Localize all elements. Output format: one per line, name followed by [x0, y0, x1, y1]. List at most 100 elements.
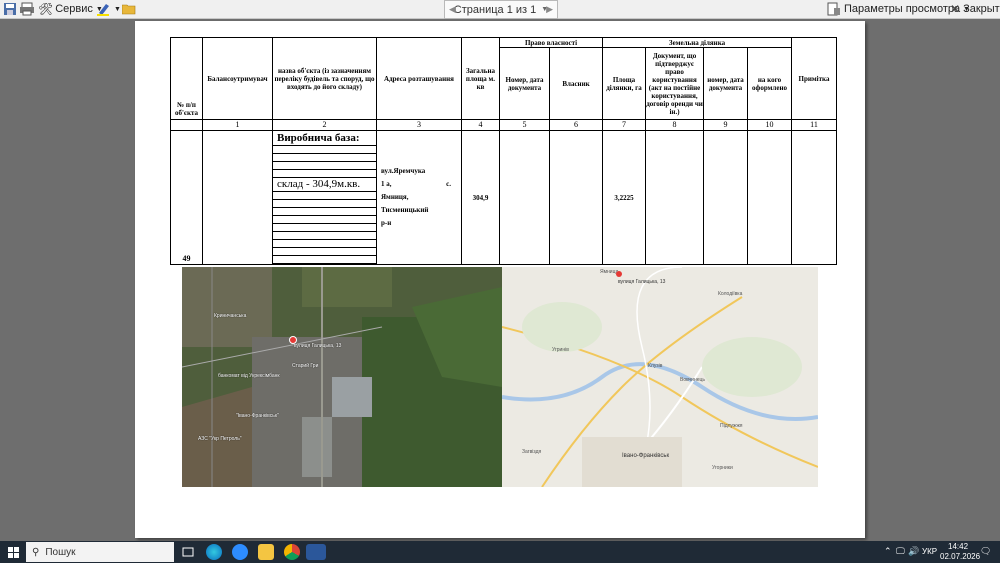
row-total-area: 304,9 [461, 130, 500, 265]
map-label: вулиця Галицька, 13 [618, 279, 666, 285]
search-placeholder: Пошук [45, 546, 76, 558]
header-land-registered-to: на кого оформлено [747, 47, 793, 120]
highlighter-icon [97, 4, 109, 16]
service-menu[interactable]: 🛠 Сервис ▼ [38, 0, 103, 18]
location-pin-icon [616, 271, 622, 277]
sat-label: банкомат від Укрексімбанк [218, 373, 280, 379]
row-address: вул.Яремчука 1 а, с. Ямниця, Тисменицьки… [376, 130, 462, 265]
property-table: № п/п об'єкта Балансоутримувач назва об'… [170, 37, 838, 265]
view-params-label: Параметры просмотра [844, 3, 961, 15]
search-icon: ⚲ [32, 546, 40, 558]
chrome-icon[interactable] [284, 544, 300, 560]
address-line: р-н [381, 219, 392, 227]
header-land-doc: Документ, що підтверджує право користува… [645, 47, 705, 120]
highlight-button[interactable]: ▼ [96, 0, 121, 18]
windows-start-icon[interactable] [8, 547, 19, 560]
view-settings-icon [827, 2, 840, 16]
document-viewer[interactable]: № п/п об'єкта Балансоутримувач назва об'… [0, 19, 1000, 541]
base-title: Виробнича база: [273, 131, 376, 146]
header-ownership: Право власності [498, 37, 604, 48]
clock-date[interactable]: 02.07.2026 [940, 552, 980, 561]
address-line: Тисменицький [381, 206, 429, 214]
map-label: Клузів [648, 363, 663, 369]
service-label: Сервис [55, 3, 93, 15]
header-land: Земельна ділянка [602, 37, 793, 48]
prev-page-icon[interactable]: ◀ [449, 4, 456, 15]
notifications-icon[interactable]: 🗨 [980, 546, 991, 557]
col-number: 3 [376, 119, 462, 131]
row-note [791, 130, 838, 265]
row-owner [548, 130, 604, 265]
header-land-area: Площа ділянки, га [602, 47, 647, 120]
col-number: 11 [791, 119, 838, 131]
row-num: 49 [170, 130, 203, 265]
map-label: Угринів [552, 347, 569, 353]
folder-icon[interactable] [122, 0, 136, 18]
page-navigator: ◀ Страница 1 из 1 ▼ ▶ [444, 0, 558, 19]
col-number: 1 [202, 119, 273, 131]
col-number: 8 [645, 119, 705, 131]
satellite-image: Криничанська вулиця Галицька, 13 банкома… [182, 267, 502, 487]
header-balance-holder: Балансоутримувач [202, 37, 273, 120]
word-icon[interactable] [306, 544, 326, 560]
header-land-doc-num: номер, дата документа [703, 47, 749, 120]
row-balance-holder [202, 130, 273, 265]
sat-label: "Івано-Франківськ" [236, 413, 279, 419]
close-label: Закрыть [963, 3, 1000, 15]
item-warehouse: склад - 304,9м.кв. [273, 178, 376, 192]
map-label: Колодіївка [718, 291, 743, 297]
header-total-area: Загальна площа м. кв [461, 37, 500, 120]
clock-time[interactable]: 14:42 [948, 542, 968, 551]
address-line: с. [446, 180, 451, 188]
print-icon[interactable] [19, 0, 35, 18]
next-page-icon[interactable]: ▶ [546, 4, 553, 15]
row-object-name: Виробнича база: склад - 304,9м.кв. [272, 130, 377, 265]
row-land-doc [645, 130, 705, 265]
sat-label: вулиця Галицька, 13 [294, 343, 342, 349]
col-number: 6 [548, 119, 604, 131]
sat-label: Старий Гри [292, 363, 319, 369]
col-number: 9 [703, 119, 749, 131]
header-ownership-doc: Номер, дата документа [499, 47, 550, 120]
header-object-name: назва об'єкта (із зазначенням переліку б… [272, 37, 377, 120]
col-number: 10 [747, 119, 793, 131]
file-explorer-icon[interactable] [258, 544, 274, 560]
document-page: № п/п об'єкта Балансоутримувач назва об'… [135, 21, 865, 538]
page-indicator[interactable]: Страница 1 из 1 [454, 4, 536, 16]
chevron-down-icon: ▼ [114, 5, 121, 13]
sat-label: Криничанська [214, 313, 247, 319]
edge-icon[interactable] [206, 544, 222, 560]
col-number: 4 [461, 119, 500, 131]
sat-label: АЗС "Укр Петроль" [198, 436, 242, 442]
view-params-menu[interactable]: Параметры просмотра ▼ [827, 0, 970, 18]
location-pin-icon [289, 336, 297, 344]
header-owner: Власник [548, 47, 604, 120]
save-icon[interactable] [3, 0, 17, 18]
map-label: Івано-Франківськ [622, 453, 670, 459]
header-num: № п/п об'єкта [170, 37, 203, 120]
header-note: Примітка [791, 37, 838, 120]
network-icon[interactable]: 🖵 [896, 546, 905, 557]
map-label: Угорники [712, 465, 733, 471]
volume-icon[interactable]: 🔊 [908, 546, 919, 557]
address-line: 1 а, [381, 180, 392, 188]
close-icon: ✕ [950, 2, 961, 16]
print-preview-toolbar: 🛠 Сервис ▼ ▼ ◀ Страница 1 из 1 ▼ ▶ Парам… [0, 0, 1000, 19]
map-label: Загвіздя [522, 449, 542, 455]
row-ownership-doc [499, 130, 550, 265]
task-view-icon[interactable] [180, 544, 196, 560]
col-number [170, 119, 203, 131]
header-address: Адреса розташування [376, 37, 462, 120]
map-label: Підлужжя [720, 423, 743, 429]
taskbar-search[interactable]: ⚲ Пошук [26, 542, 174, 562]
windows-taskbar: ⚲ Пошук ⌃ 🖵 🔊 УКР 14:42 02.07.2026 🗨 [0, 541, 1000, 563]
col-number: 7 [602, 119, 647, 131]
close-button[interactable]: ✕ Закрыть [950, 0, 1000, 18]
tray-chevron-icon[interactable]: ⌃ [884, 546, 892, 557]
road-map-image: Ямниця вулиця Галицька, 13 Колодіївка Уг… [502, 267, 818, 487]
row-land-area: 3,2225 [602, 130, 647, 265]
address-line: вул.Яремчука [381, 167, 426, 175]
language-indicator[interactable]: УКР [922, 547, 937, 556]
col-number: 5 [499, 119, 550, 131]
zoom-icon[interactable] [232, 544, 248, 560]
